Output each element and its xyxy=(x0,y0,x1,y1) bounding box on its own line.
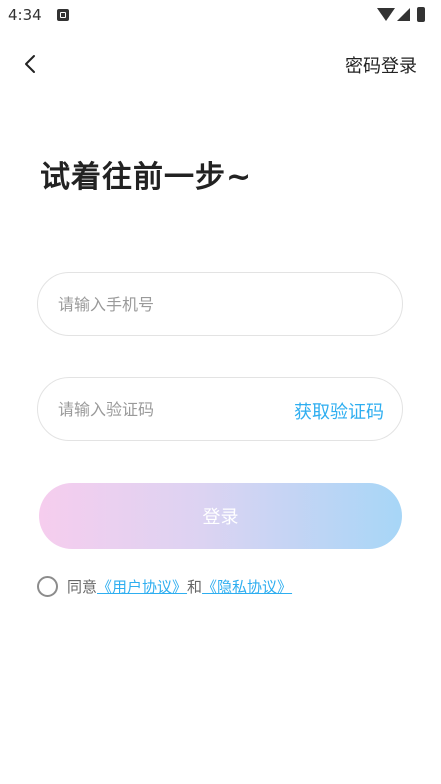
get-code-button[interactable]: 获取验证码 xyxy=(294,398,384,424)
chevron-left-icon xyxy=(25,55,35,73)
wifi-icon xyxy=(377,8,395,21)
agreement-radio[interactable] xyxy=(37,575,58,597)
signal-icon xyxy=(397,8,410,21)
login-button[interactable]: 登录 xyxy=(39,483,402,549)
agreement-prefix: 同意 xyxy=(67,577,98,596)
page-title: 试着往前一步~ xyxy=(40,160,253,195)
phone-field-container xyxy=(37,272,403,336)
notification-icon xyxy=(57,9,69,21)
login-button-label: 登录 xyxy=(202,507,239,528)
privacy-agreement-link[interactable]: 《隐私协议》 xyxy=(202,576,292,597)
battery-icon xyxy=(417,7,425,22)
status-bar: 4:34 xyxy=(0,0,441,32)
agreement-row: 同意 《用户协议》 和 《隐私协议》 xyxy=(37,573,292,599)
status-icons xyxy=(375,7,435,23)
user-agreement-link[interactable]: 《用户协议》 xyxy=(97,576,187,597)
password-login-link[interactable]: 密码登录 xyxy=(345,52,417,78)
phone-input[interactable] xyxy=(56,273,280,336)
status-time: 4:34 xyxy=(8,6,42,24)
code-field-container: 获取验证码 xyxy=(37,377,403,441)
agreement-conjunction: 和 xyxy=(187,577,203,596)
back-button[interactable] xyxy=(14,48,48,82)
login-screen: 4:34 密码登录 试着往前一步~ 获取验证码 登录 同意 《用户协议》 和 《… xyxy=(0,0,441,784)
verification-code-input[interactable] xyxy=(56,378,280,441)
